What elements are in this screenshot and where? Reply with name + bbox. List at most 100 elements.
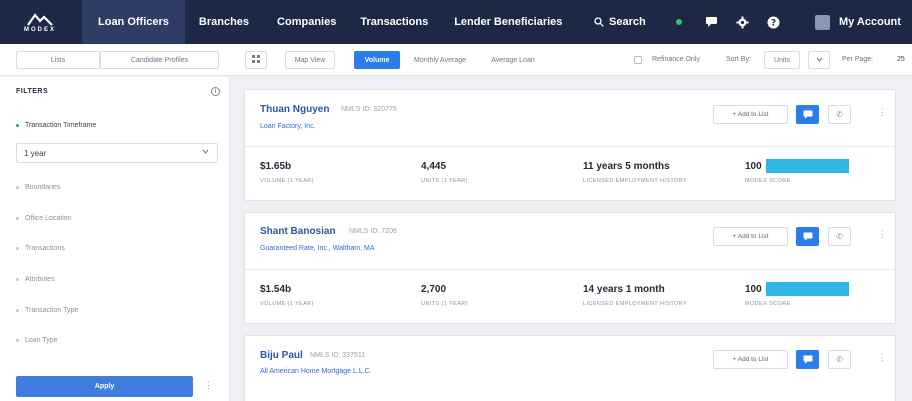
filter-loan-type[interactable]: Loan Type: [16, 337, 58, 344]
sort-by-label: Sort By:: [726, 56, 751, 63]
metric-volume[interactable]: Volume: [354, 51, 400, 69]
modex-logo[interactable]: MODEX: [0, 0, 80, 44]
top-nav: MODEX Loan Officers Branches Companies T…: [0, 0, 912, 44]
employment-history-value: 11 years 5 months: [583, 161, 670, 172]
info-icon[interactable]: i: [211, 87, 220, 96]
status-dot-icon: [671, 14, 687, 30]
bullet-icon: [16, 278, 19, 281]
bullet-icon: [16, 339, 19, 342]
chevron-down-icon: [202, 149, 209, 156]
card-divider: [245, 269, 897, 270]
timeframe-select[interactable]: 1 year: [16, 143, 218, 163]
employment-history-value: 14 years 1 month: [583, 284, 665, 295]
tab-lists[interactable]: Lists: [16, 51, 100, 69]
more-vertical-icon[interactable]: ⋮: [878, 229, 887, 240]
bullet-icon: [16, 309, 19, 312]
filter-office-location[interactable]: Office Location: [16, 215, 72, 222]
officer-company[interactable]: Guaranteed Rate, Inc., Waltham, MA: [260, 245, 375, 252]
refinance-only-checkbox[interactable]: [634, 56, 642, 64]
modex-score-bar: [766, 159, 849, 173]
nav-loan-officers[interactable]: Loan Officers: [82, 0, 185, 44]
chat-icon[interactable]: [703, 14, 719, 30]
phone-icon: ✆: [836, 110, 843, 119]
nav-branches[interactable]: Branches: [199, 0, 249, 44]
officer-company[interactable]: Loan Factory, Inc.: [260, 123, 316, 130]
officer-card: Thuan Nguyen NMLS ID: 320775 Loan Factor…: [244, 89, 897, 201]
per-page-label: Per Page:: [842, 56, 874, 63]
bullet-icon: [16, 186, 19, 189]
logo-mark-icon: [27, 12, 53, 26]
employment-history-label: LICENSED EMPLOYMENT HISTORY: [583, 301, 688, 307]
filter-transaction-timeframe[interactable]: Transaction Timeframe: [16, 122, 96, 129]
map-view-button[interactable]: Map View: [285, 51, 335, 69]
account-icon: [815, 14, 830, 30]
message-button[interactable]: [796, 105, 819, 124]
apply-button[interactable]: Apply: [16, 376, 193, 397]
officer-name[interactable]: Thuan Nguyen: [260, 104, 329, 115]
sub-toolbar: Lists Candidate Profiles Map View Volume…: [0, 44, 912, 76]
call-button[interactable]: ✆: [828, 227, 851, 246]
officer-name[interactable]: Biju Paul: [260, 350, 303, 361]
message-button[interactable]: [796, 227, 819, 246]
more-vertical-icon[interactable]: ⋮: [878, 352, 887, 363]
per-page-select[interactable]: 25: [897, 56, 905, 63]
officer-company[interactable]: All American Home Mortgage L.L.C.: [260, 368, 372, 375]
tab-candidate-profiles[interactable]: Candidate Profiles: [100, 51, 219, 69]
more-vertical-icon[interactable]: ⋮: [878, 107, 887, 118]
officer-card: Biju Paul NMLS ID: 337511 All American H…: [244, 335, 896, 401]
metric-average-loan[interactable]: Average Loan: [480, 51, 546, 69]
units-label: UNITS (1 YEAR): [421, 178, 468, 184]
filter-attributes[interactable]: Attributes: [16, 276, 55, 283]
volume-value: $1.65b: [260, 161, 292, 172]
message-button[interactable]: [796, 350, 819, 369]
modex-score-label: MODEX SCORE: [745, 178, 791, 184]
nav-transactions[interactable]: Transactions: [360, 0, 428, 44]
refinance-only-label: Refinance Only: [652, 56, 700, 63]
employment-history-label: LICENSED EMPLOYMENT HISTORY: [583, 178, 688, 184]
call-button[interactable]: ✆: [828, 350, 851, 369]
phone-icon: ✆: [836, 355, 843, 364]
search-button[interactable]: Search: [594, 0, 646, 44]
nmls-id: NMLS ID: 7206: [349, 228, 397, 235]
message-icon: [803, 351, 813, 369]
search-label: Search: [609, 16, 646, 28]
bullet-icon: [16, 217, 19, 220]
timeframe-value: 1 year: [24, 148, 47, 158]
card-divider: [245, 146, 897, 147]
filter-transactions[interactable]: Transactions: [16, 245, 65, 252]
filter-label: Boundaries: [25, 184, 61, 191]
more-vertical-icon[interactable]: ⋮: [204, 380, 213, 391]
filter-label: Office Location: [25, 215, 72, 222]
svg-text:?: ?: [770, 18, 775, 28]
grid-view-toggle[interactable]: [245, 51, 267, 69]
add-to-list-button[interactable]: + Add to List: [713, 350, 788, 369]
message-icon: [803, 106, 813, 124]
nav-companies[interactable]: Companies: [277, 0, 336, 44]
filters-sidebar: FILTERS i Transaction Timeframe 1 year B…: [0, 77, 230, 401]
modex-score-value: 100: [745, 161, 762, 172]
nmls-id: NMLS ID: 320775: [341, 106, 397, 113]
nav-lender-beneficiaries[interactable]: Lender Beneficiaries: [454, 0, 562, 44]
my-account-button[interactable]: My Account: [815, 0, 901, 44]
volume-label: VOLUME (1 YEAR): [260, 178, 314, 184]
filter-label: Transactions: [25, 245, 65, 252]
grid-icon: [252, 55, 260, 65]
add-to-list-button[interactable]: + Add to List: [713, 105, 788, 124]
chevron-down-icon: [816, 57, 823, 64]
my-account-label: My Account: [839, 16, 901, 28]
filter-label: Attributes: [25, 276, 55, 283]
units-label: UNITS (1 YEAR): [421, 301, 468, 307]
officer-name[interactable]: Shant Banosian: [260, 226, 336, 237]
logo-wordmark: MODEX: [23, 26, 56, 33]
filter-transaction-type[interactable]: Transaction Type: [16, 307, 78, 314]
filter-boundaries[interactable]: Boundaries: [16, 184, 60, 191]
sort-direction-button[interactable]: [808, 51, 830, 69]
add-to-list-button[interactable]: + Add to List: [713, 227, 788, 246]
gear-icon[interactable]: [734, 14, 750, 30]
modex-score-label: MODEX SCORE: [745, 301, 791, 307]
metric-monthly-average[interactable]: Monthly Average: [403, 51, 477, 69]
help-icon[interactable]: ?: [765, 14, 781, 30]
filters-title: FILTERS: [16, 88, 49, 95]
sort-by-select[interactable]: Units: [764, 51, 800, 69]
call-button[interactable]: ✆: [828, 105, 851, 124]
